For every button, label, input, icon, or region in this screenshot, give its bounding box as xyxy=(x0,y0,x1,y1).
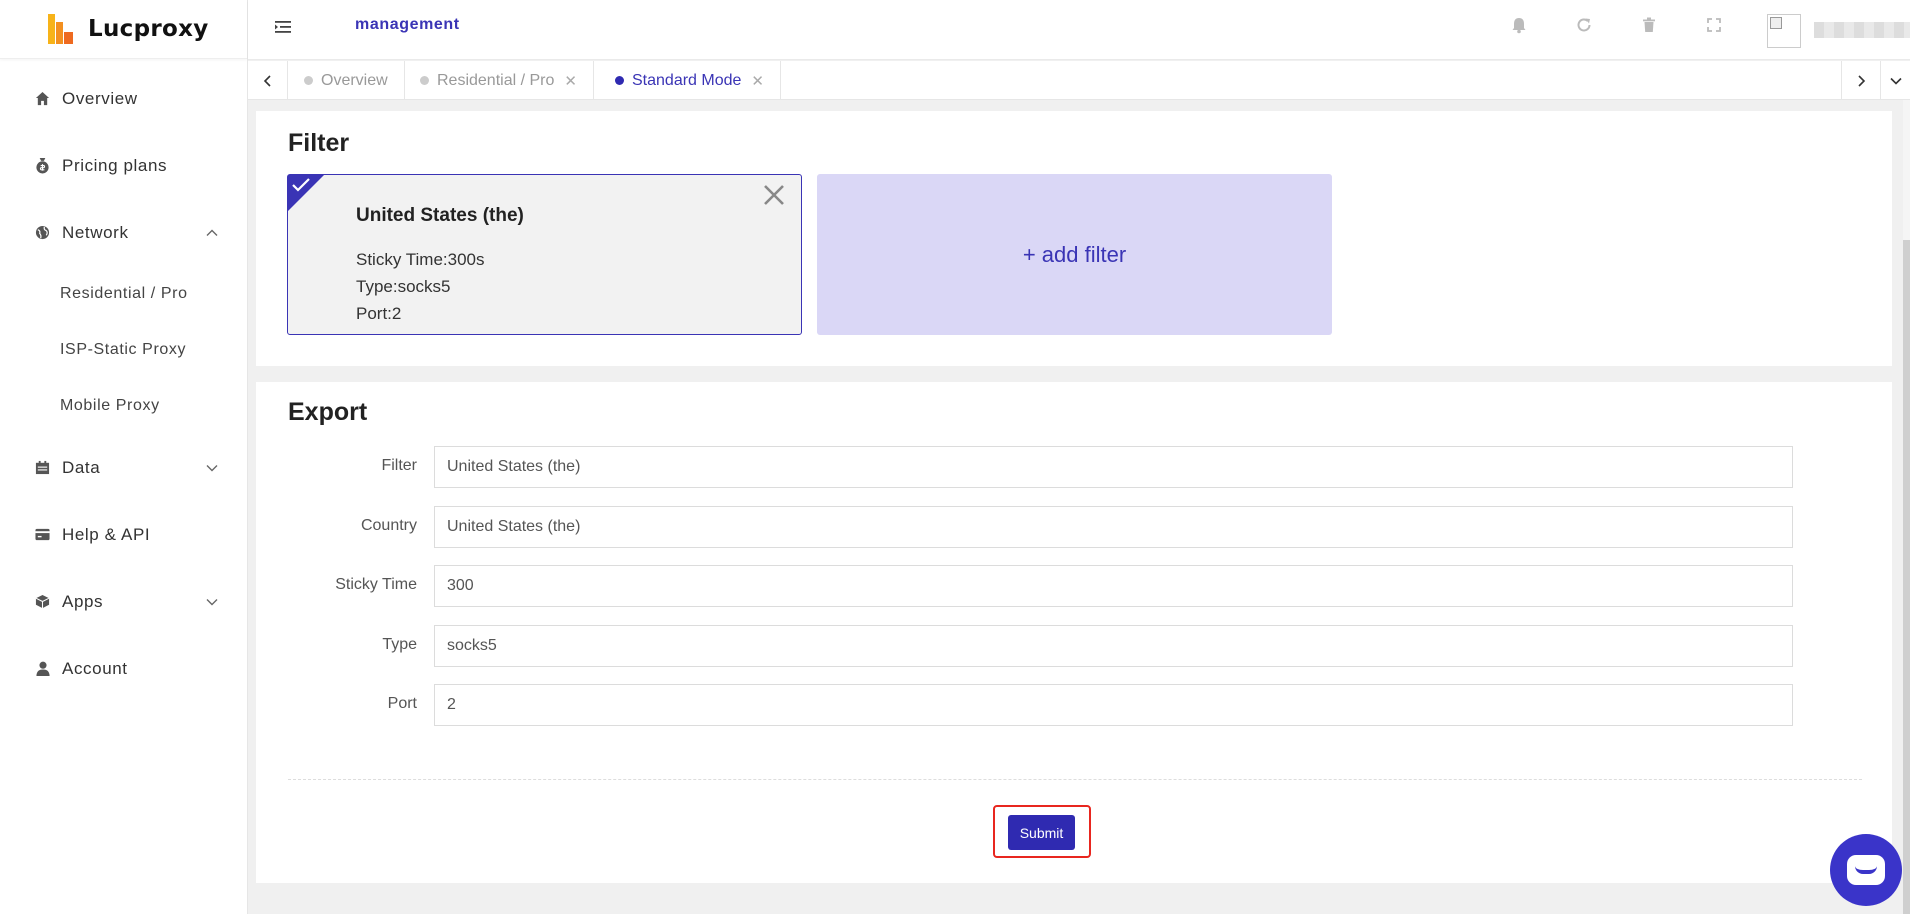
selected-filter-item[interactable]: United States (the) Sticky Time:300s Typ… xyxy=(287,174,802,335)
user-name-redacted[interactable] xyxy=(1814,22,1910,38)
form-row-type: Type xyxy=(256,625,1793,667)
filter-item-sticky-time: Sticky Time:300s xyxy=(356,250,485,269)
filter-field[interactable] xyxy=(434,446,1793,488)
scrollbar-thumb[interactable] xyxy=(1903,240,1910,914)
tabs-scroll-left-button[interactable] xyxy=(248,61,288,100)
sidebar-item-pricing-plans[interactable]: Pricing plans xyxy=(0,132,247,199)
money-bag-icon xyxy=(35,158,50,174)
avatar[interactable] xyxy=(1767,14,1801,48)
tab-label: Standard Mode xyxy=(632,71,742,89)
home-icon xyxy=(35,91,50,106)
sidebar-item-overview[interactable]: Overview xyxy=(0,65,247,132)
tab-standard-mode[interactable]: Standard Mode ✕ xyxy=(599,61,781,100)
calendar-icon xyxy=(35,460,50,475)
export-card: Export Filter Country Sticky Time Type P… xyxy=(256,382,1892,883)
filter-item-type: Type:socks5 xyxy=(356,277,451,296)
sidebar-subitem-isp-static-proxy[interactable]: ISP-Static Proxy xyxy=(0,322,247,378)
port-field[interactable] xyxy=(434,684,1793,726)
sidebar-item-label: Account xyxy=(62,658,128,678)
tab-status-dot xyxy=(420,76,429,85)
fullscreen-icon[interactable] xyxy=(1705,16,1723,34)
chat-icon xyxy=(1847,855,1885,885)
chevron-right-icon xyxy=(1858,74,1866,87)
bell-icon[interactable] xyxy=(1510,16,1528,34)
field-label: Sticky Time xyxy=(335,576,417,593)
logo-icon xyxy=(44,14,74,44)
sidebar-item-label: Pricing plans xyxy=(62,155,168,175)
field-label: Country xyxy=(360,517,417,534)
tab-close-icon[interactable]: ✕ xyxy=(751,72,764,90)
sidebar-item-account[interactable]: Account xyxy=(0,635,247,702)
tab-overview[interactable]: Overview xyxy=(288,61,405,100)
chevron-down-icon xyxy=(206,464,218,471)
sidebar-item-label: Help & API xyxy=(62,524,151,544)
chevron-down-icon xyxy=(206,598,218,605)
sidebar-nav: Overview Pricing plans Network Residenti… xyxy=(0,59,247,702)
sticky-time-field[interactable] xyxy=(434,565,1793,607)
sidebar-item-help-api[interactable]: Help & API xyxy=(0,501,247,568)
cube-icon xyxy=(35,594,50,609)
tab-status-dot xyxy=(615,76,624,85)
top-header: management xyxy=(248,0,1910,60)
user-icon xyxy=(35,661,50,676)
check-icon xyxy=(292,178,310,192)
sidebar: Lucproxy Overview Pricing plans Network … xyxy=(0,0,248,914)
sidebar-item-label: Network xyxy=(62,222,129,242)
filter-card: Filter United States (the) Sticky Time:3… xyxy=(256,111,1892,366)
type-field[interactable] xyxy=(434,625,1793,667)
sidebar-subitem-mobile-proxy[interactable]: Mobile Proxy xyxy=(0,378,247,434)
sidebar-item-label: Overview xyxy=(62,88,138,108)
submit-button[interactable]: Submit xyxy=(1008,815,1075,850)
close-icon[interactable] xyxy=(762,183,786,207)
field-label: Filter xyxy=(381,457,417,474)
add-filter-button[interactable]: + add filter xyxy=(817,174,1332,335)
brand-logo[interactable]: Lucproxy xyxy=(0,0,247,59)
country-field[interactable] xyxy=(434,506,1793,548)
tabs-bar: Overview Residential / Pro ✕ Standard Mo… xyxy=(248,61,1910,100)
menu-toggle-icon[interactable] xyxy=(274,18,292,36)
tabs-scroll-right-button[interactable] xyxy=(1841,61,1881,100)
brand-name: Lucproxy xyxy=(88,16,209,42)
export-section-title: Export xyxy=(288,398,368,426)
sidebar-item-label: Data xyxy=(62,457,101,477)
sidebar-item-apps[interactable]: Apps xyxy=(0,568,247,635)
page-title: management xyxy=(355,16,460,33)
form-row-sticky-time: Sticky Time xyxy=(256,565,1793,607)
form-row-port: Port xyxy=(256,684,1793,726)
globe-icon xyxy=(35,225,50,240)
filter-item-port: Port:2 xyxy=(356,304,402,323)
form-row-filter: Filter xyxy=(256,446,1793,488)
sidebar-item-data[interactable]: Data xyxy=(0,434,247,501)
chevron-up-icon xyxy=(206,229,218,236)
chevron-left-icon xyxy=(263,74,271,87)
tab-status-dot xyxy=(304,76,313,85)
submit-highlight: Submit xyxy=(993,805,1091,858)
form-row-country: Country xyxy=(256,506,1793,548)
field-label: Port xyxy=(387,695,417,712)
tab-residential-pro[interactable]: Residential / Pro ✕ xyxy=(404,61,594,100)
chevron-down-icon xyxy=(1889,77,1902,85)
field-label: Type xyxy=(382,636,417,653)
sidebar-item-network[interactable]: Network xyxy=(0,199,247,266)
tab-label: Residential / Pro xyxy=(437,71,555,89)
card-icon xyxy=(35,527,50,542)
filter-section-title: Filter xyxy=(288,129,350,157)
tabs-dropdown-button[interactable] xyxy=(1881,61,1910,100)
sidebar-item-label: Apps xyxy=(62,591,104,611)
sidebar-subitem-residential-pro[interactable]: Residential / Pro xyxy=(0,266,247,322)
tab-label: Overview xyxy=(321,71,388,89)
trash-icon[interactable] xyxy=(1640,16,1658,34)
form-divider xyxy=(288,779,1862,780)
filter-item-title: United States (the) xyxy=(356,205,524,226)
refresh-icon[interactable] xyxy=(1575,16,1593,34)
tab-close-icon[interactable]: ✕ xyxy=(564,72,577,90)
chat-support-button[interactable] xyxy=(1830,834,1902,906)
